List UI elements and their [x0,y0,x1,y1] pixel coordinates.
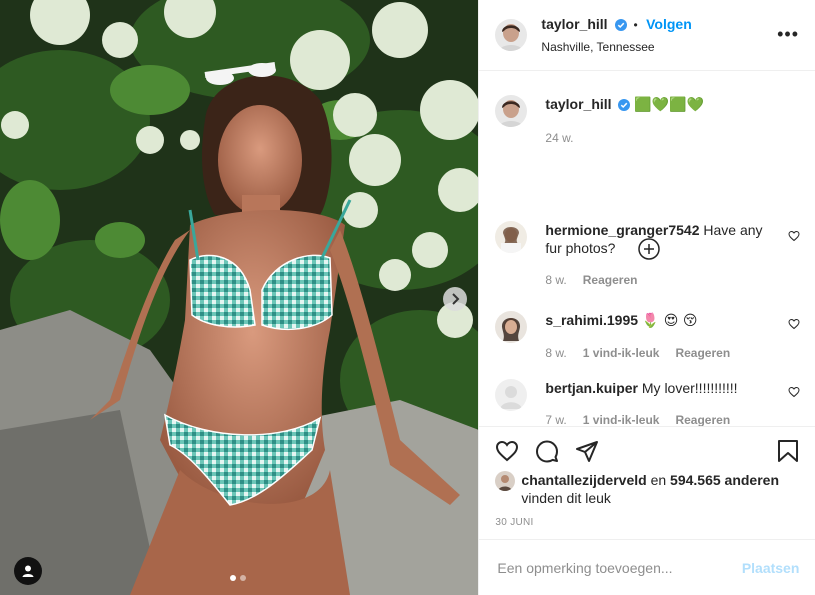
heart-icon [788,386,800,398]
comment-likes-count[interactable]: 1 vind-ik-leuk [583,344,660,362]
save-button[interactable] [777,439,799,468]
comment-item: bertjan.kuiper My lover!!!!!!!!!!! 7 w. 1… [495,379,800,426]
comment-text: My lover!!!!!!!!!!! [641,380,738,396]
comment-avatar[interactable] [495,311,528,343]
share-icon [576,441,599,462]
caption-avatar[interactable] [495,95,528,127]
comment-like-button[interactable] [788,317,800,335]
post-date[interactable]: 30 JUNI [495,517,799,528]
avatar[interactable] [495,19,528,51]
follow-button[interactable]: Volgen [646,16,692,32]
comment-time[interactable]: 8 w. [545,271,566,289]
like-button[interactable] [495,439,519,468]
chevron-right-icon [452,293,460,305]
caption-text: 🟩💚🟩💚 [634,97,705,113]
reply-button[interactable]: Reageren [675,411,730,426]
photo-image [0,0,479,595]
separator-dot: • [633,18,638,32]
comment-username[interactable]: bertjan.kuiper [545,380,638,396]
post-caption: taylor_hill 🟩💚🟩💚 24 w. [479,71,815,147]
add-comment-bar: Plaatsen [479,539,815,595]
bookmark-icon [778,440,798,462]
heart-icon [788,318,800,330]
comment-like-button[interactable] [788,385,800,403]
caption-username[interactable]: taylor_hill [545,96,611,112]
user-tag-icon [22,565,34,577]
carousel-dot-active [230,575,236,581]
likes-summary: chantallezijderveld en 594.565 anderen v… [495,471,799,507]
comments-section[interactable]: taylor_hill 🟩💚🟩💚 24 w. hermione_granger7… [479,71,815,426]
carousel-dot [240,575,246,581]
comment-item: s_rahimi.1995 🌷 😍 😚 8 w. 1 vind-ik-leuk Re… [495,311,800,362]
comment-like-button[interactable] [788,229,800,247]
comment-input[interactable] [495,558,742,577]
liker-username[interactable]: chantallezijderveld [521,472,646,488]
tagged-users-button[interactable] [14,557,42,585]
comment-icon [536,440,559,463]
more-options-button[interactable]: ••• [777,24,799,45]
likes-count[interactable]: 594.565 anderen [670,472,779,488]
likes-connector: en [650,472,667,488]
post-username[interactable]: taylor_hill [541,16,607,32]
heart-icon [496,440,519,462]
comment-avatar[interactable] [495,221,528,253]
liker-avatar[interactable] [495,471,516,491]
likes-suffix: vinden dit leuk [521,490,611,506]
post-photo[interactable] [0,0,479,595]
comment-button[interactable] [535,439,559,468]
carousel-indicator [230,575,246,581]
verified-icon [615,18,627,36]
comment-username[interactable]: hermione_granger7542 [545,222,699,238]
post-header: taylor_hill • Volgen Nashville, Tennesse… [479,0,815,71]
reply-button[interactable]: Reageren [675,344,730,362]
carousel-next-button[interactable] [443,287,467,311]
comment-item: hermione_granger7542 Have any fur photos… [495,221,800,289]
heart-icon [788,230,800,242]
comment-time[interactable]: 7 w. [545,411,566,426]
caption-time[interactable]: 24 w. [545,129,573,147]
comment-text: 🌷 😍 😚 [641,313,698,329]
comment-likes-count[interactable]: 1 vind-ik-leuk [583,411,660,426]
post-sidebar: taylor_hill • Volgen Nashville, Tennesse… [478,0,815,595]
comment-username[interactable]: s_rahimi.1995 [545,312,638,328]
share-button[interactable] [575,439,599,468]
post-comment-button[interactable]: Plaatsen [742,560,800,576]
comment-time[interactable]: 8 w. [545,344,566,362]
post-actions: chantallezijderveld en 594.565 anderen v… [479,426,815,528]
comment-avatar[interactable] [495,379,528,411]
post-location[interactable]: Nashville, Tennessee [541,40,691,54]
reply-button[interactable]: Reageren [583,271,638,289]
verified-icon [618,97,631,115]
